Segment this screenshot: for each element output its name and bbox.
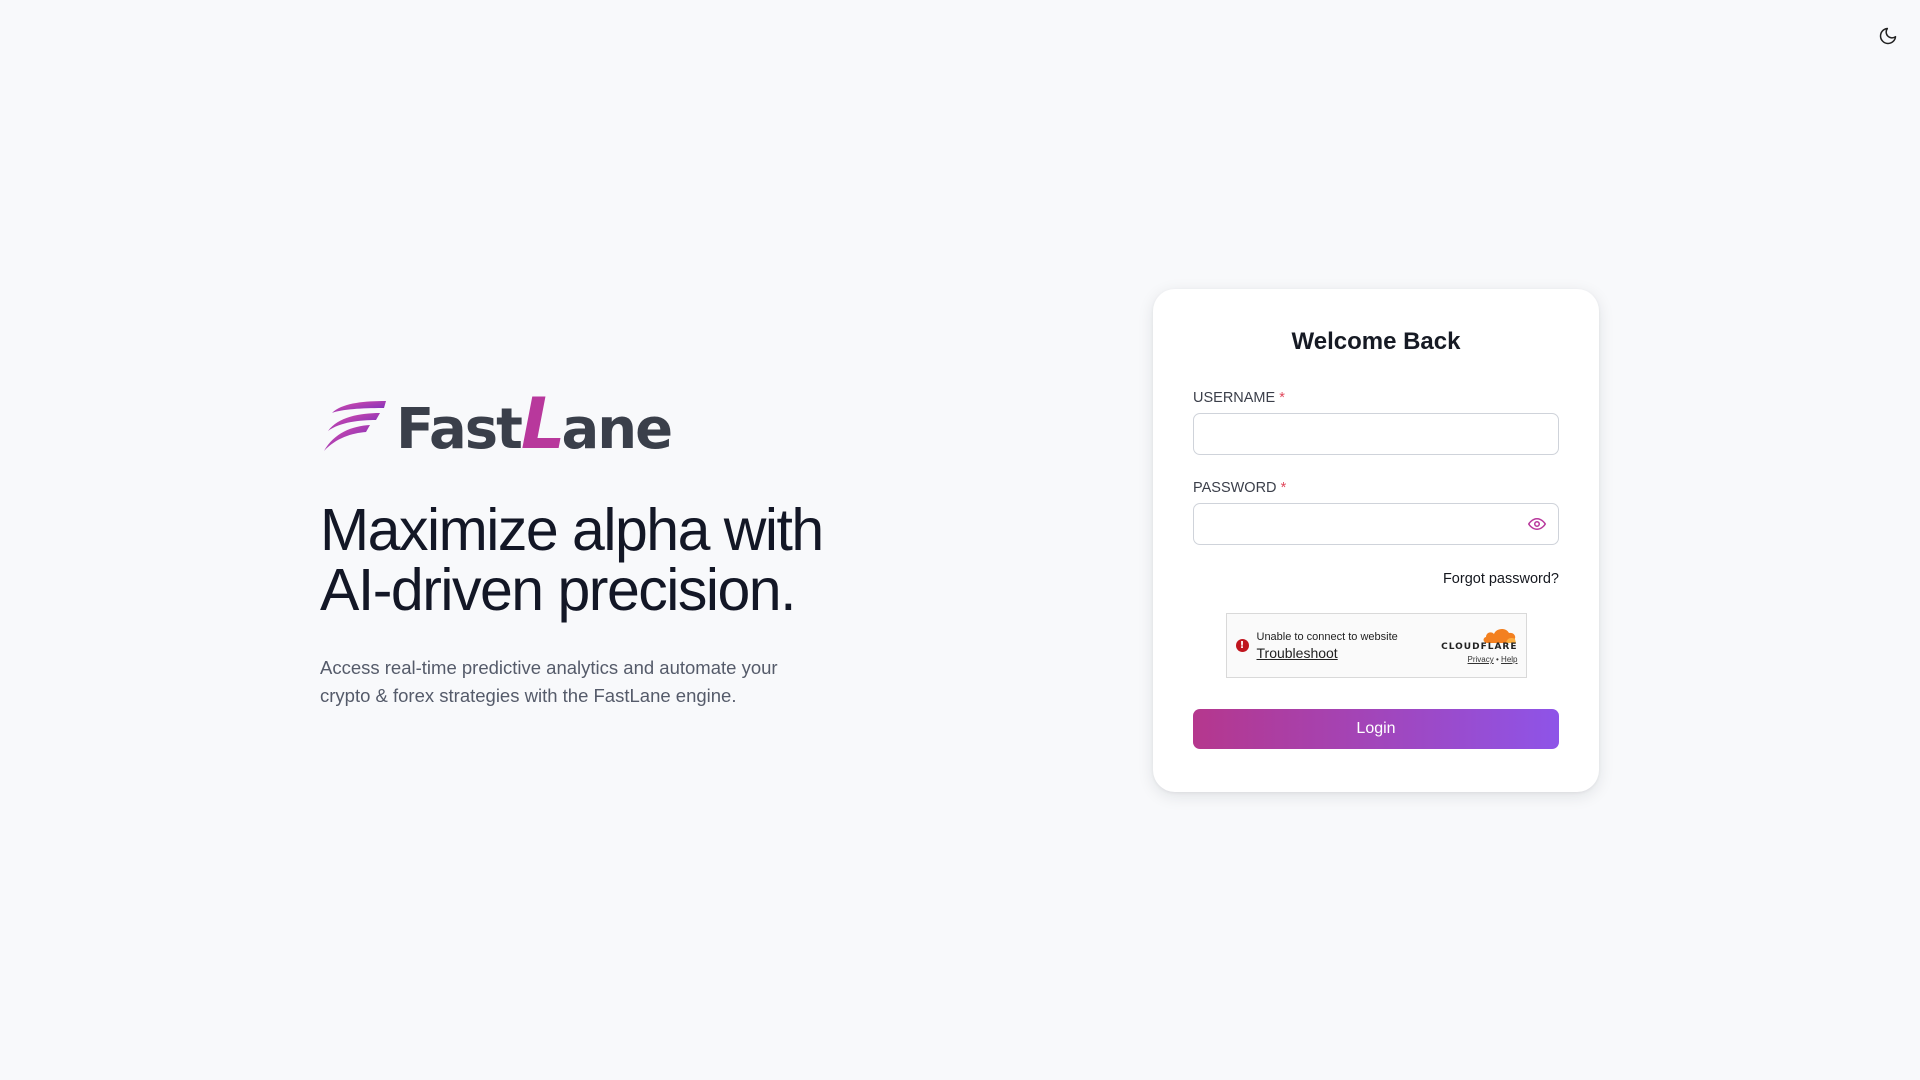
password-visibility-toggle[interactable] <box>1527 514 1547 534</box>
troubleshoot-link[interactable]: Troubleshoot <box>1257 645 1398 661</box>
username-label-text: USERNAME <box>1193 390 1276 406</box>
captcha-widget: ! Unable to connect to website Troublesh… <box>1225 613 1527 678</box>
required-marker: * <box>1279 390 1285 406</box>
forgot-password-link[interactable]: Forgot password? <box>1193 571 1559 587</box>
captcha-links: Privacy • Help <box>1468 655 1518 664</box>
login-title: Welcome Back <box>1291 328 1461 355</box>
hero-subtext-line1: Access real-time predictive analytics an… <box>320 657 778 678</box>
username-field-wrapper <box>1193 413 1559 455</box>
brand-wordmark-accent: L <box>520 383 566 465</box>
moon-icon <box>1879 27 1897 45</box>
login-card: Welcome Back USERNAME * PASSWORD * Forgo… <box>1153 289 1599 792</box>
help-link[interactable]: Help <box>1501 655 1517 664</box>
link-separator: • <box>1496 655 1499 664</box>
cloudflare-wordmark: CLOUDFLARE <box>1441 642 1518 652</box>
password-label-text: PASSWORD <box>1193 480 1277 496</box>
username-label: USERNAME * <box>1193 390 1559 406</box>
captcha-message: Unable to connect to website <box>1256 630 1398 643</box>
theme-toggle-button[interactable] <box>1872 20 1904 52</box>
hero-headline: Maximize alpha with AI-driven precision. <box>320 500 920 620</box>
eye-icon <box>1528 518 1546 530</box>
password-input[interactable] <box>1193 503 1559 545</box>
hero-headline-line1: Maximize alpha with <box>320 497 824 563</box>
hero-headline-line2: AI-driven precision. <box>320 557 797 623</box>
privacy-link[interactable]: Privacy <box>1468 655 1494 664</box>
brand-logo: Fast L ane <box>320 383 920 465</box>
captcha-brand: CLOUDFLARE Privacy • Help <box>1441 626 1518 664</box>
password-label: PASSWORD * <box>1193 480 1559 496</box>
hero-subtext: Access real-time predictive analytics an… <box>320 654 790 710</box>
brand-wordmark-prefix: Fast <box>396 397 523 462</box>
hero-section: Fast L ane Maximize alpha with AI-driven… <box>320 383 920 710</box>
brand-wordmark: Fast L ane <box>396 383 673 465</box>
hero-subtext-line2: crypto & forex strategies with the FastL… <box>320 685 737 706</box>
brand-wordmark-suffix: ane <box>561 397 673 462</box>
password-field-wrapper <box>1193 503 1559 545</box>
captcha-message-group: Unable to connect to website Troubleshoo… <box>1257 631 1398 661</box>
required-marker: * <box>1280 480 1287 496</box>
username-input[interactable] <box>1193 413 1559 455</box>
login-button[interactable]: Login <box>1193 709 1559 749</box>
wing-icon <box>324 401 386 451</box>
error-icon: ! <box>1235 639 1249 652</box>
